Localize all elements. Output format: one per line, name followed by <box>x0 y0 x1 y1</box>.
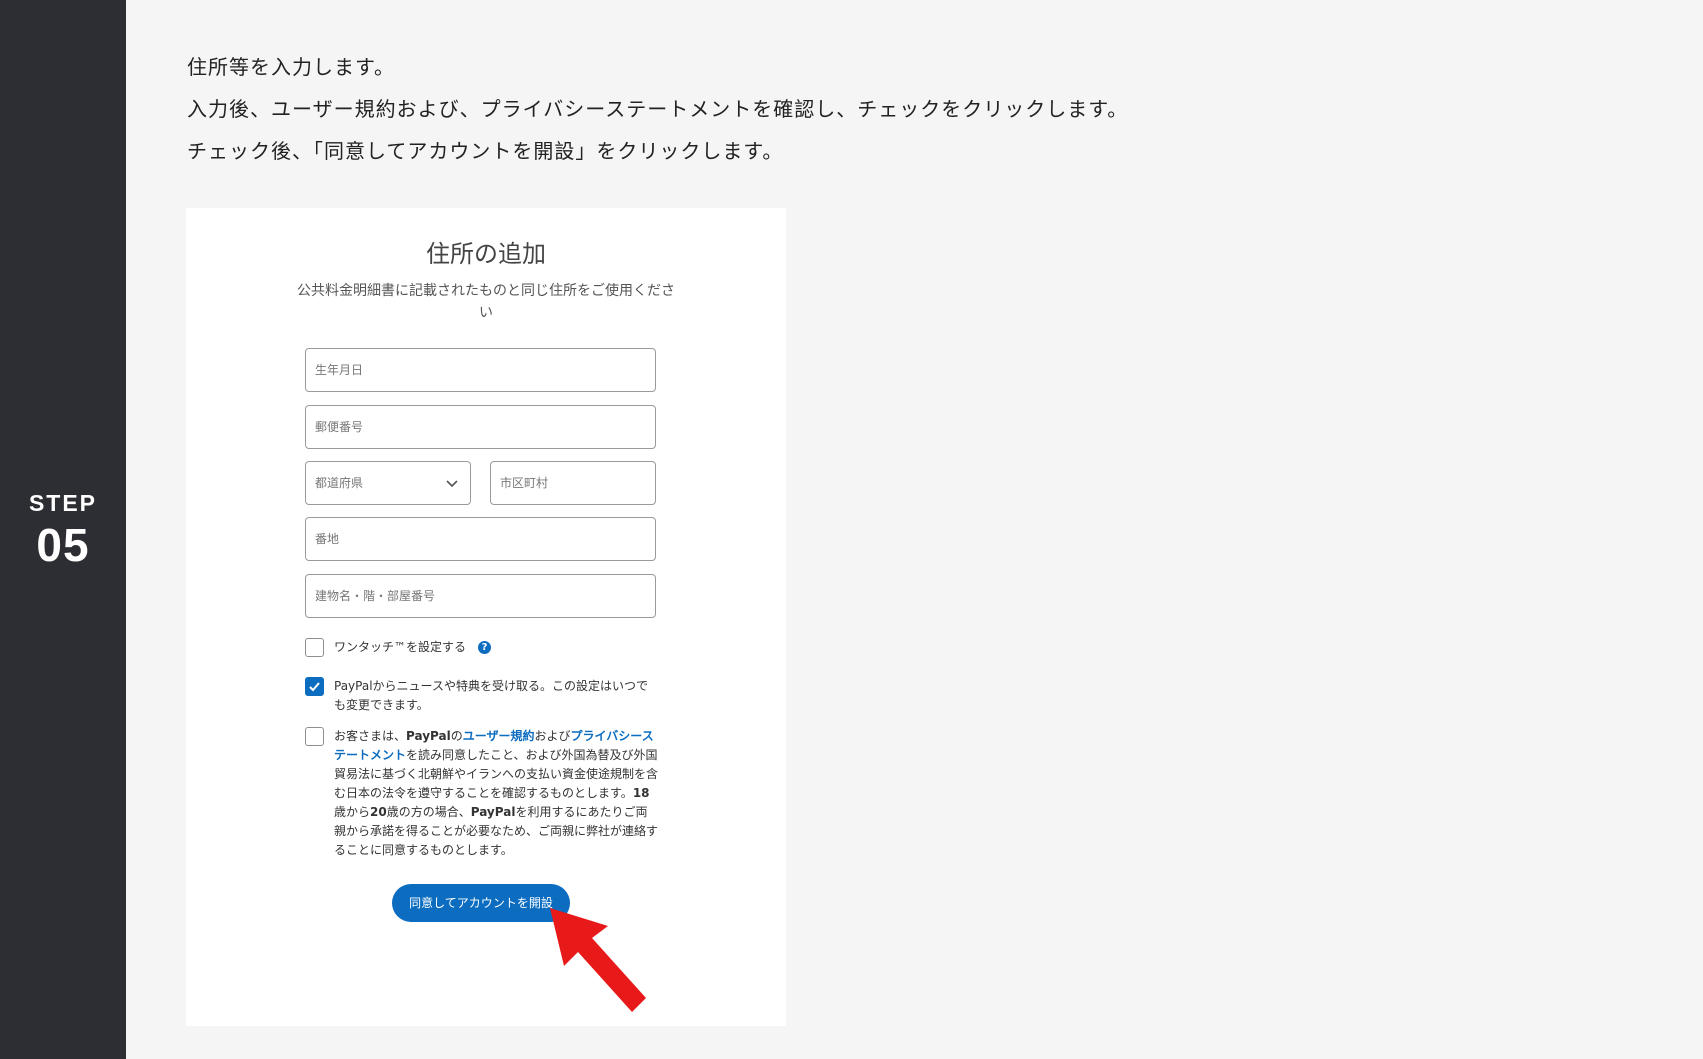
address-form-screenshot: 住所の追加 公共料金明細書に記載されたものと同じ住所をご使用ください 都道府県 … <box>186 208 786 1026</box>
terms-and: および <box>534 729 571 743</box>
building-input[interactable] <box>315 575 655 617</box>
street-address-input[interactable] <box>315 518 655 560</box>
postal-code-field[interactable] <box>305 405 656 449</box>
city-input[interactable] <box>500 462 655 504</box>
onetouch-label: ワンタッチ™を設定する <box>334 640 467 654</box>
news-option: PayPalからニュースや特典を受け取る。この設定はいつでも変更できます。 <box>305 677 655 717</box>
checkmark-icon <box>309 682 320 692</box>
terms-brand: PayPal <box>406 729 451 743</box>
form-title: 住所の追加 <box>426 240 546 268</box>
terms-age-to: 20 <box>370 805 387 819</box>
terms-brand-2: PayPal <box>470 805 516 819</box>
terms-option: お客さまは、PayPalのユーザー規約およびプライバシーステートメントを読み同意… <box>305 727 658 867</box>
onetouch-checkbox[interactable] <box>305 638 324 657</box>
terms-checkbox[interactable] <box>305 727 324 746</box>
form-subtitle: 公共料金明細書に記載されたものと同じ住所をご使用ください <box>297 283 675 321</box>
terms-age-tail: 歳の方の場合、 <box>386 805 471 819</box>
step-label: STEP <box>28 490 98 516</box>
instruction-text: 住所等を入力します。 入力後、ユーザー規約および、プライバシーステートメントを確… <box>187 46 1128 172</box>
terms-age-from: 18 <box>632 786 650 800</box>
prefecture-select-label: 都道府県 <box>315 476 364 490</box>
news-label: PayPalからニュースや特典を受け取る。この設定はいつでも変更できます。 <box>334 679 648 712</box>
birthdate-input[interactable] <box>315 349 655 391</box>
chevron-down-icon <box>446 480 458 488</box>
instruction-line-1: 住所等を入力します。 <box>187 55 395 79</box>
postal-code-input[interactable] <box>315 406 655 448</box>
city-field[interactable] <box>490 461 656 505</box>
instruction-line-3: チェック後、「同意してアカウントを開設」をクリックします。 <box>187 139 784 163</box>
news-checkbox[interactable] <box>305 677 324 696</box>
step-sidebar: STEP 05 <box>0 0 126 1059</box>
instruction-line-2: 入力後、ユーザー規約および、プライバシーステートメントを確認し、チェックをクリッ… <box>187 97 1129 121</box>
prefecture-select[interactable]: 都道府県 <box>305 461 471 505</box>
step-number: 05 <box>36 519 90 571</box>
birthdate-field[interactable] <box>305 348 656 392</box>
onetouch-option: ワンタッチ™を設定する? <box>305 638 655 660</box>
terms-of: の <box>450 729 463 743</box>
help-icon[interactable]: ? <box>478 641 492 654</box>
building-field[interactable] <box>305 574 656 618</box>
user-agreement-link[interactable]: ユーザー規約 <box>463 729 535 743</box>
red-arrow-icon <box>550 908 646 1012</box>
street-address-field[interactable] <box>305 517 656 561</box>
terms-age-mid: 歳から <box>334 805 371 819</box>
terms-text: お客さまは、PayPalのユーザー規約およびプライバシーステートメントを読み同意… <box>334 727 659 860</box>
terms-prefix: お客さまは、 <box>334 729 407 743</box>
agree-and-open-account-button[interactable]: 同意してアカウントを開設 <box>392 884 570 922</box>
